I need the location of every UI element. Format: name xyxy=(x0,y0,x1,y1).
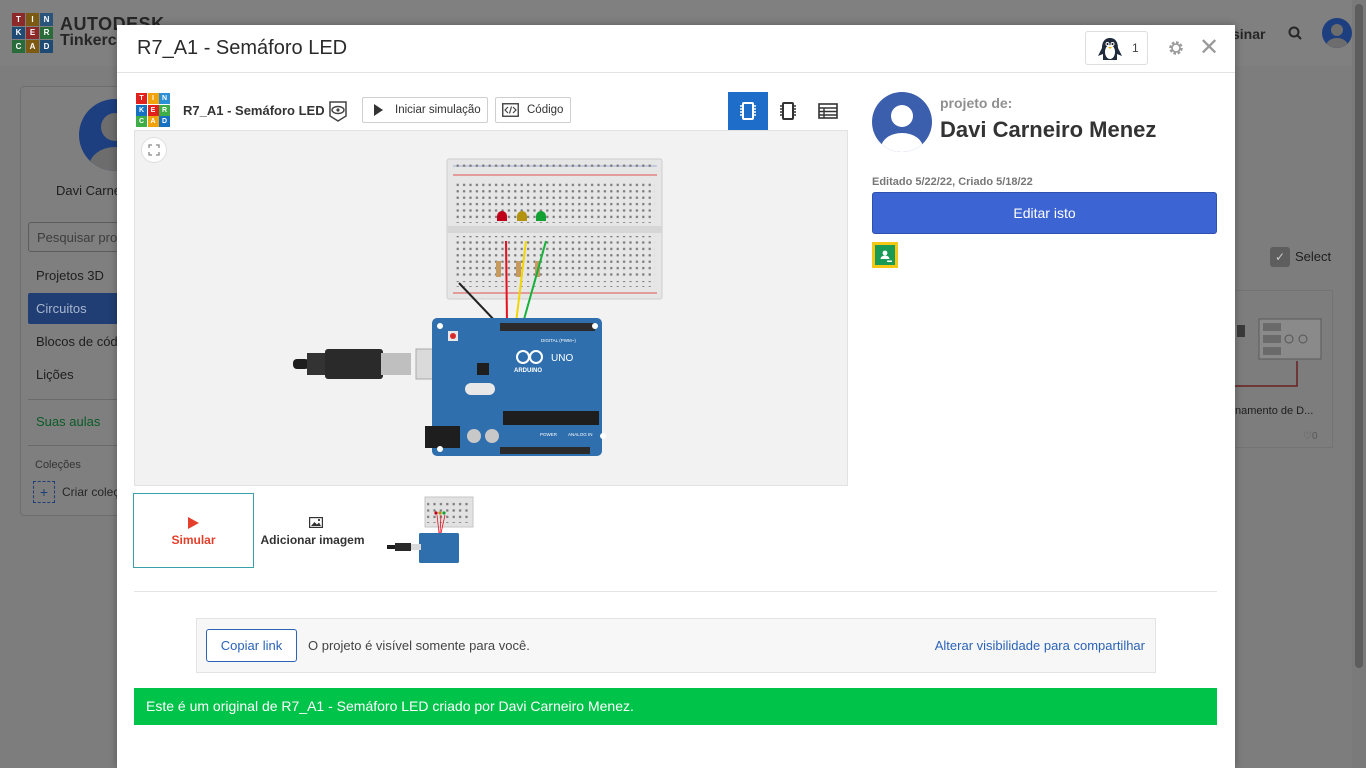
gear-icon[interactable] xyxy=(1167,39,1185,57)
collections-heading: Coleções xyxy=(35,459,81,471)
circuit-thumbnail[interactable] xyxy=(387,495,477,567)
tinkercad-logo: T I N K E R C A D xyxy=(136,93,170,127)
table-icon xyxy=(818,103,838,119)
profile-name: Davi Carne xyxy=(56,183,122,198)
change-visibility-link[interactable]: Alterar visibilidade para compartilhar xyxy=(935,638,1145,653)
create-collection-link[interactable]: Criar coleç xyxy=(62,485,119,499)
sidebar-item-lessons[interactable]: Lições xyxy=(36,367,74,382)
play-icon xyxy=(374,104,383,116)
project-dates: Editado 5/22/22, Criado 5/18/22 xyxy=(872,176,1033,188)
original-banner: Este é um original de R7_A1 - Semáforo L… xyxy=(134,688,1217,725)
user-avatar[interactable] xyxy=(1322,18,1352,48)
edit-button[interactable]: Editar isto xyxy=(872,192,1217,234)
svg-text:DIGITAL (PWM~): DIGITAL (PWM~) xyxy=(541,338,576,343)
sidebar-item-classes[interactable]: Suas aulas xyxy=(36,414,100,429)
arduino-circuit-drawing: UNO ARDUINO DIGITAL (PWM~) POWER ANALOG … xyxy=(293,158,663,456)
section-divider xyxy=(134,591,1217,592)
page-scrollbar[interactable] xyxy=(1352,0,1366,768)
component-view-button[interactable] xyxy=(768,92,808,130)
owner-avatar[interactable] xyxy=(872,92,932,152)
share-panel: Copiar link O projeto é visível somente … xyxy=(196,618,1156,673)
project-modal: R7_A1 - Semáforo LED 1 ✕ T I N K E R C A… xyxy=(117,25,1235,768)
google-classroom-icon[interactable] xyxy=(872,242,898,268)
circuit-canvas[interactable]: UNO ARDUINO DIGITAL (PWM~) POWER ANALOG … xyxy=(134,130,848,486)
project-by-label: projeto de: xyxy=(940,95,1013,111)
heart-icon[interactable]: ♡0 xyxy=(1303,431,1318,442)
editor-project-name: R7_A1 - Semáforo LED xyxy=(183,103,325,118)
project-card[interactable]: namento de D... ♡0 xyxy=(1234,290,1333,448)
subscribe-link[interactable]: sinar xyxy=(1232,26,1265,42)
search-icon[interactable] xyxy=(1288,26,1302,40)
penguin-avatar-icon xyxy=(1098,38,1122,60)
component-icon xyxy=(780,102,796,120)
start-simulation-button[interactable]: Iniciar simulação xyxy=(362,97,488,123)
copy-link-button[interactable]: Copiar link xyxy=(206,629,297,662)
scrollbar-thumb[interactable] xyxy=(1355,4,1363,668)
card-thumbnail xyxy=(1235,318,1322,387)
tinkercad-logo[interactable]: T I N K E R C A D xyxy=(12,13,53,53)
plus-icon[interactable]: + xyxy=(33,481,55,503)
bom-view-button[interactable] xyxy=(808,92,848,130)
collaborator-count: 1 xyxy=(1132,41,1139,55)
card-title: namento de D... xyxy=(1235,405,1314,417)
simulate-thumbnail[interactable]: Simular xyxy=(133,493,254,568)
code-icon xyxy=(502,103,519,117)
chip-icon xyxy=(740,102,756,120)
sidebar-item-codeblocks[interactable]: Blocos de cód xyxy=(36,334,118,349)
image-icon xyxy=(309,517,323,528)
sidebar-item-3d-projects[interactable]: Projetos 3D xyxy=(36,268,104,283)
svg-text:ARDUINO: ARDUINO xyxy=(514,368,542,374)
svg-text:UNO: UNO xyxy=(551,353,573,364)
schematic-view-button[interactable] xyxy=(728,92,768,130)
owner-name[interactable]: Davi Carneiro Menez xyxy=(940,117,1156,143)
svg-text:POWER: POWER xyxy=(540,432,558,437)
code-button[interactable]: Código xyxy=(495,97,571,123)
svg-text:ANALOG IN: ANALOG IN xyxy=(568,432,593,437)
play-icon xyxy=(188,517,199,529)
add-image-thumbnail[interactable]: Adicionar imagem xyxy=(257,493,368,568)
modal-header: R7_A1 - Semáforo LED 1 ✕ xyxy=(117,25,1235,73)
collaborators-button[interactable]: 1 xyxy=(1085,31,1148,65)
modal-title: R7_A1 - Semáforo LED xyxy=(137,37,348,59)
visibility-text: O projeto é visível somente para você. xyxy=(308,638,530,653)
eye-icon[interactable] xyxy=(327,99,349,123)
checkbox-icon[interactable]: ✓ xyxy=(1270,247,1290,267)
close-icon[interactable]: ✕ xyxy=(1199,35,1219,61)
